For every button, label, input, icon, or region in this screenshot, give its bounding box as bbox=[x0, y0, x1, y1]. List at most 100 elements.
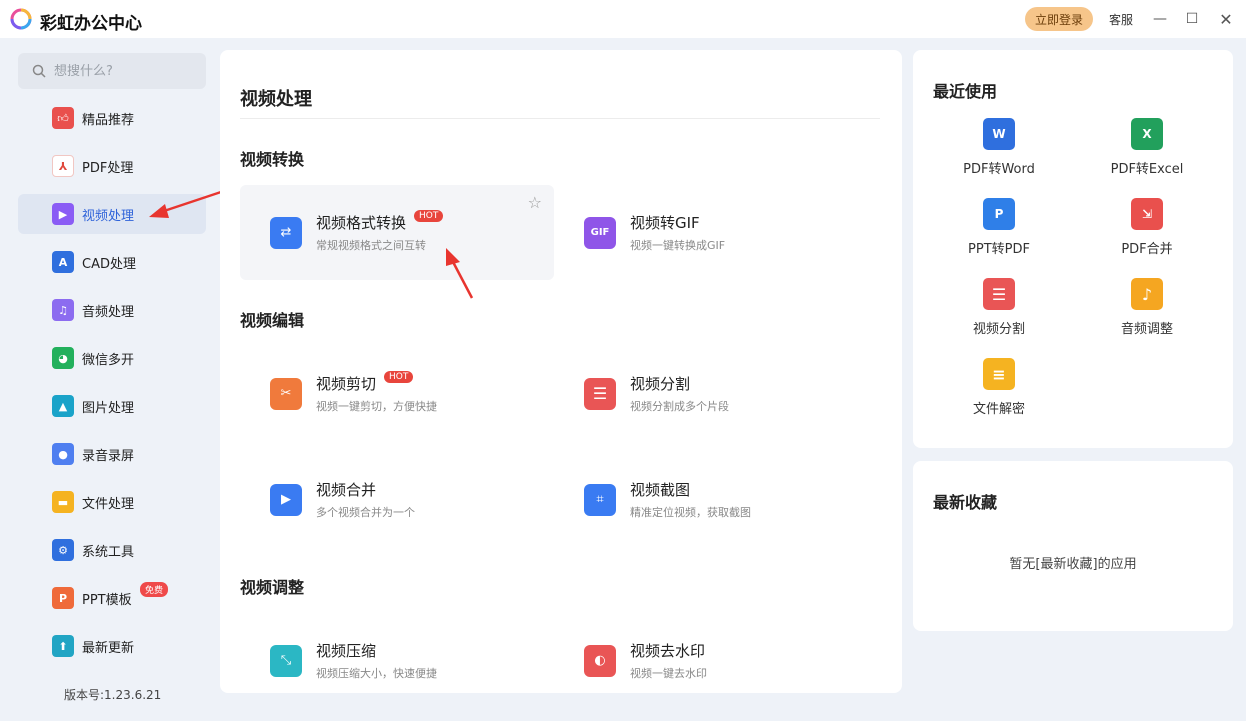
divider bbox=[240, 118, 880, 119]
card-description: 视频一键去水印 bbox=[630, 667, 707, 680]
main-panel: 视频处理 视频转换 视频编辑 视频调整 ⇄ 视频格式转换 HOT 常规视频格式之间… bbox=[220, 50, 902, 693]
maximize-icon[interactable]: ☐ bbox=[1182, 9, 1202, 29]
sidebar-item-recommended[interactable]: 👍︎ 精品推荐 bbox=[18, 98, 206, 138]
sidebar-item-record[interactable]: ● 录音录屏 bbox=[18, 434, 206, 474]
recent-item-label: 文件解密 bbox=[972, 402, 1025, 417]
tool-card-video-compress[interactable]: ⤡ 视频压缩 视频压缩大小，快速便捷 bbox=[240, 613, 554, 693]
sidebar-item-label: CAD处理 bbox=[82, 256, 136, 272]
card-title: 视频转GIF bbox=[630, 214, 700, 232]
favorites-title: 最新收藏 bbox=[933, 493, 998, 512]
swap-arrows-icon: ⇄ bbox=[270, 216, 302, 249]
card-description: 视频一键转换成GIF bbox=[630, 239, 726, 252]
free-badge: 免费 bbox=[140, 582, 169, 597]
sidebar: 👍︎ 精品推荐 ⅄ PDF处理 ▶ 视频处理 A CAD处理 ♫ 音频处理 ◕ … bbox=[0, 38, 218, 721]
file-decrypt-icon: ≡ bbox=[983, 358, 1015, 390]
sidebar-item-system[interactable]: ⚙ 系统工具 bbox=[18, 530, 206, 570]
card-title: 视频剪切 bbox=[316, 375, 377, 393]
hot-badge: HOT bbox=[414, 209, 444, 222]
card-title: 视频合并 bbox=[316, 481, 377, 499]
tool-card-video-to-gif[interactable]: GIF 视频转GIF 视频一键转换成GIF bbox=[554, 185, 868, 280]
tool-card-video-merge[interactable]: ▶ 视频合并 多个视频合并为一个 bbox=[240, 452, 554, 547]
search-box[interactable] bbox=[18, 53, 206, 89]
login-button[interactable]: 立即登录 bbox=[1025, 7, 1093, 31]
recent-item-file-decrypt[interactable]: ≡ 文件解密 bbox=[929, 358, 1069, 428]
recent-item-pdf-to-excel[interactable]: X PDF转Excel bbox=[1077, 118, 1217, 188]
recent-item-audio-adjust[interactable]: ♪ 音频调整 bbox=[1077, 278, 1217, 348]
sidebar-item-label: 最新更新 bbox=[82, 640, 135, 656]
tool-card-video-format-convert[interactable]: ⇄ 视频格式转换 HOT 常规视频格式之间互转 ☆ bbox=[240, 185, 554, 280]
recent-item-ppt-to-pdf[interactable]: P PPT转PDF bbox=[929, 198, 1069, 268]
favorite-star-icon[interactable]: ☆ bbox=[528, 193, 542, 212]
sidebar-item-label: 视频处理 bbox=[82, 208, 135, 224]
sidebar-item-wechat[interactable]: ◕ 微信多开 bbox=[18, 338, 206, 378]
favorites-panel: 最新收藏 暂无[最新收藏]的应用 bbox=[913, 461, 1233, 631]
merge-video-icon: ▶ bbox=[270, 483, 302, 516]
customer-service-button[interactable]: 客服 bbox=[1109, 11, 1133, 28]
recent-item-label: PDF转Excel bbox=[1110, 162, 1184, 177]
card-description: 视频一键剪切，方便快捷 bbox=[316, 400, 437, 413]
sidebar-item-cad[interactable]: A CAD处理 bbox=[18, 242, 206, 282]
card-description: 视频分割成多个片段 bbox=[630, 400, 729, 413]
rainbow-logo-icon bbox=[10, 8, 32, 30]
microphone-icon: ● bbox=[52, 443, 74, 465]
music-icon: ♫ bbox=[52, 299, 74, 321]
crop-icon: ⌗ bbox=[584, 483, 616, 516]
tool-card-video-cut[interactable]: ✂ 视频剪切 HOT 视频一键剪切，方便快捷 bbox=[240, 346, 554, 441]
ppt-to-pdf-icon: P bbox=[983, 198, 1015, 230]
search-input[interactable] bbox=[54, 63, 184, 79]
sidebar-item-label: PPT模板 bbox=[82, 592, 132, 608]
annotation-arrow-icon bbox=[446, 248, 474, 299]
section-title-edit: 视频编辑 bbox=[240, 311, 305, 330]
tool-card-video-screenshot[interactable]: ⌗ 视频截图 精准定位视频，获取截图 bbox=[554, 452, 868, 547]
recent-title: 最近使用 bbox=[933, 82, 998, 101]
section-title-convert: 视频转换 bbox=[240, 150, 305, 169]
pdf-icon: ⅄ bbox=[52, 155, 74, 177]
sidebar-item-image[interactable]: ▲ 图片处理 bbox=[18, 386, 206, 426]
card-description: 多个视频合并为一个 bbox=[316, 506, 415, 519]
card-title: 视频截图 bbox=[630, 481, 691, 499]
recent-item-pdf-merge[interactable]: ⇲ PDF合并 bbox=[1077, 198, 1217, 268]
card-description: 精准定位视频，获取截图 bbox=[630, 506, 751, 519]
video-split-icon: ☰ bbox=[983, 278, 1015, 310]
card-title: 视频去水印 bbox=[630, 642, 706, 660]
sidebar-item-label: 音频处理 bbox=[82, 304, 135, 320]
gif-icon: GIF bbox=[584, 216, 616, 249]
sidebar-item-updates[interactable]: ⬆ 最新更新 bbox=[18, 626, 206, 666]
sidebar-item-ppt[interactable]: P PPT模板 免费 bbox=[18, 578, 206, 618]
tool-card-video-remove-watermark[interactable]: ◐ 视频去水印 视频一键去水印 bbox=[554, 613, 868, 693]
recent-item-label: 视频分割 bbox=[972, 322, 1025, 337]
card-description: 视频压缩大小，快速便捷 bbox=[316, 667, 437, 680]
version-label: 版本号:1.23.6.21 bbox=[64, 688, 162, 702]
sidebar-item-label: 图片处理 bbox=[82, 400, 135, 416]
minimize-icon[interactable]: — bbox=[1150, 9, 1170, 29]
section-title-adjust: 视频调整 bbox=[240, 578, 305, 597]
scissors-icon: ✂ bbox=[270, 377, 302, 410]
sidebar-item-label: 精品推荐 bbox=[82, 112, 135, 128]
sidebar-item-label: 录音录屏 bbox=[82, 448, 135, 464]
card-title: 视频格式转换 bbox=[316, 214, 407, 232]
pdf-merge-icon: ⇲ bbox=[1131, 198, 1163, 230]
sidebar-item-pdf[interactable]: ⅄ PDF处理 bbox=[18, 146, 206, 186]
card-title: 视频分割 bbox=[630, 375, 691, 393]
cad-icon: A bbox=[52, 251, 74, 273]
watermark-icon: ◐ bbox=[584, 644, 616, 677]
sidebar-item-label: 文件处理 bbox=[82, 496, 135, 512]
audio-adjust-icon: ♪ bbox=[1131, 278, 1163, 310]
ppt-icon: P bbox=[52, 587, 74, 609]
hot-badge: HOT bbox=[384, 370, 414, 383]
recent-item-video-split[interactable]: ☰ 视频分割 bbox=[929, 278, 1069, 348]
title-bar: 彩虹办公中心 立即登录 客服 — ☐ ✕ bbox=[0, 0, 1246, 38]
sidebar-item-audio[interactable]: ♫ 音频处理 bbox=[18, 290, 206, 330]
tool-card-video-split[interactable]: ☰ 视频分割 视频分割成多个片段 bbox=[554, 346, 868, 441]
sidebar-item-label: 微信多开 bbox=[82, 352, 135, 368]
annotation-arrow-icon bbox=[149, 190, 222, 218]
recent-item-pdf-to-word[interactable]: W PDF转Word bbox=[929, 118, 1069, 188]
sidebar-item-file[interactable]: ▬ 文件处理 bbox=[18, 482, 206, 522]
sidebar-item-label: 系统工具 bbox=[82, 544, 135, 560]
play-icon: ▶ bbox=[52, 203, 74, 225]
image-icon: ▲ bbox=[52, 395, 74, 417]
page-title: 视频处理 bbox=[240, 89, 312, 110]
recent-item-label: PDF合并 bbox=[1121, 242, 1173, 257]
close-icon[interactable]: ✕ bbox=[1216, 9, 1236, 29]
recent-item-label: PDF转Word bbox=[963, 162, 1035, 177]
